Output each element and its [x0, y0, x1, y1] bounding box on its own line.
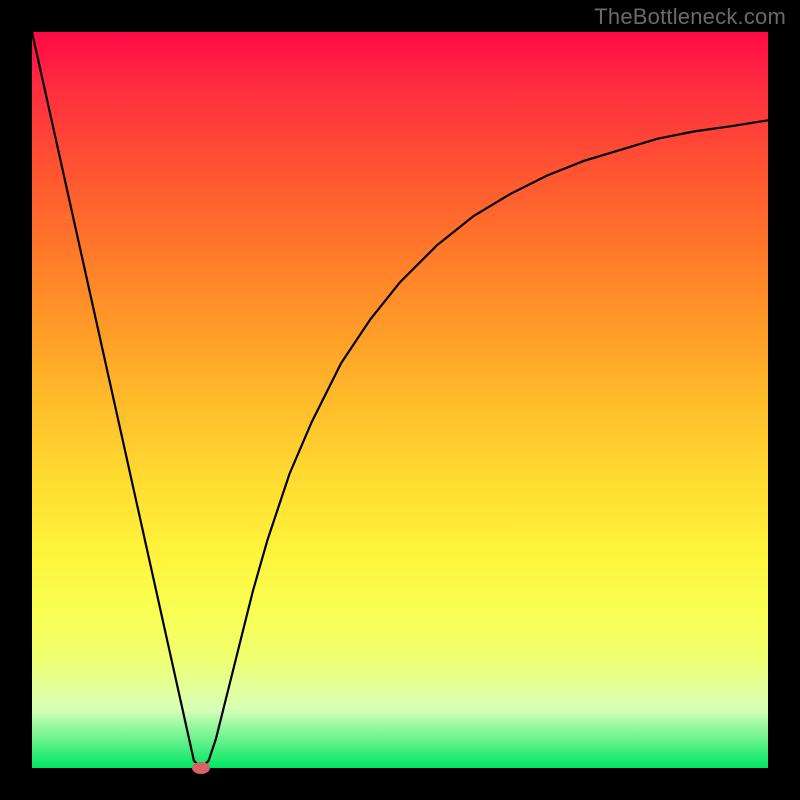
chart-frame: TheBottleneck.com: [0, 0, 800, 800]
curve-path: [32, 32, 768, 768]
plot-area: [32, 32, 768, 768]
min-marker: [192, 762, 210, 774]
watermark-text: TheBottleneck.com: [594, 4, 786, 30]
curve-svg: [32, 32, 768, 768]
